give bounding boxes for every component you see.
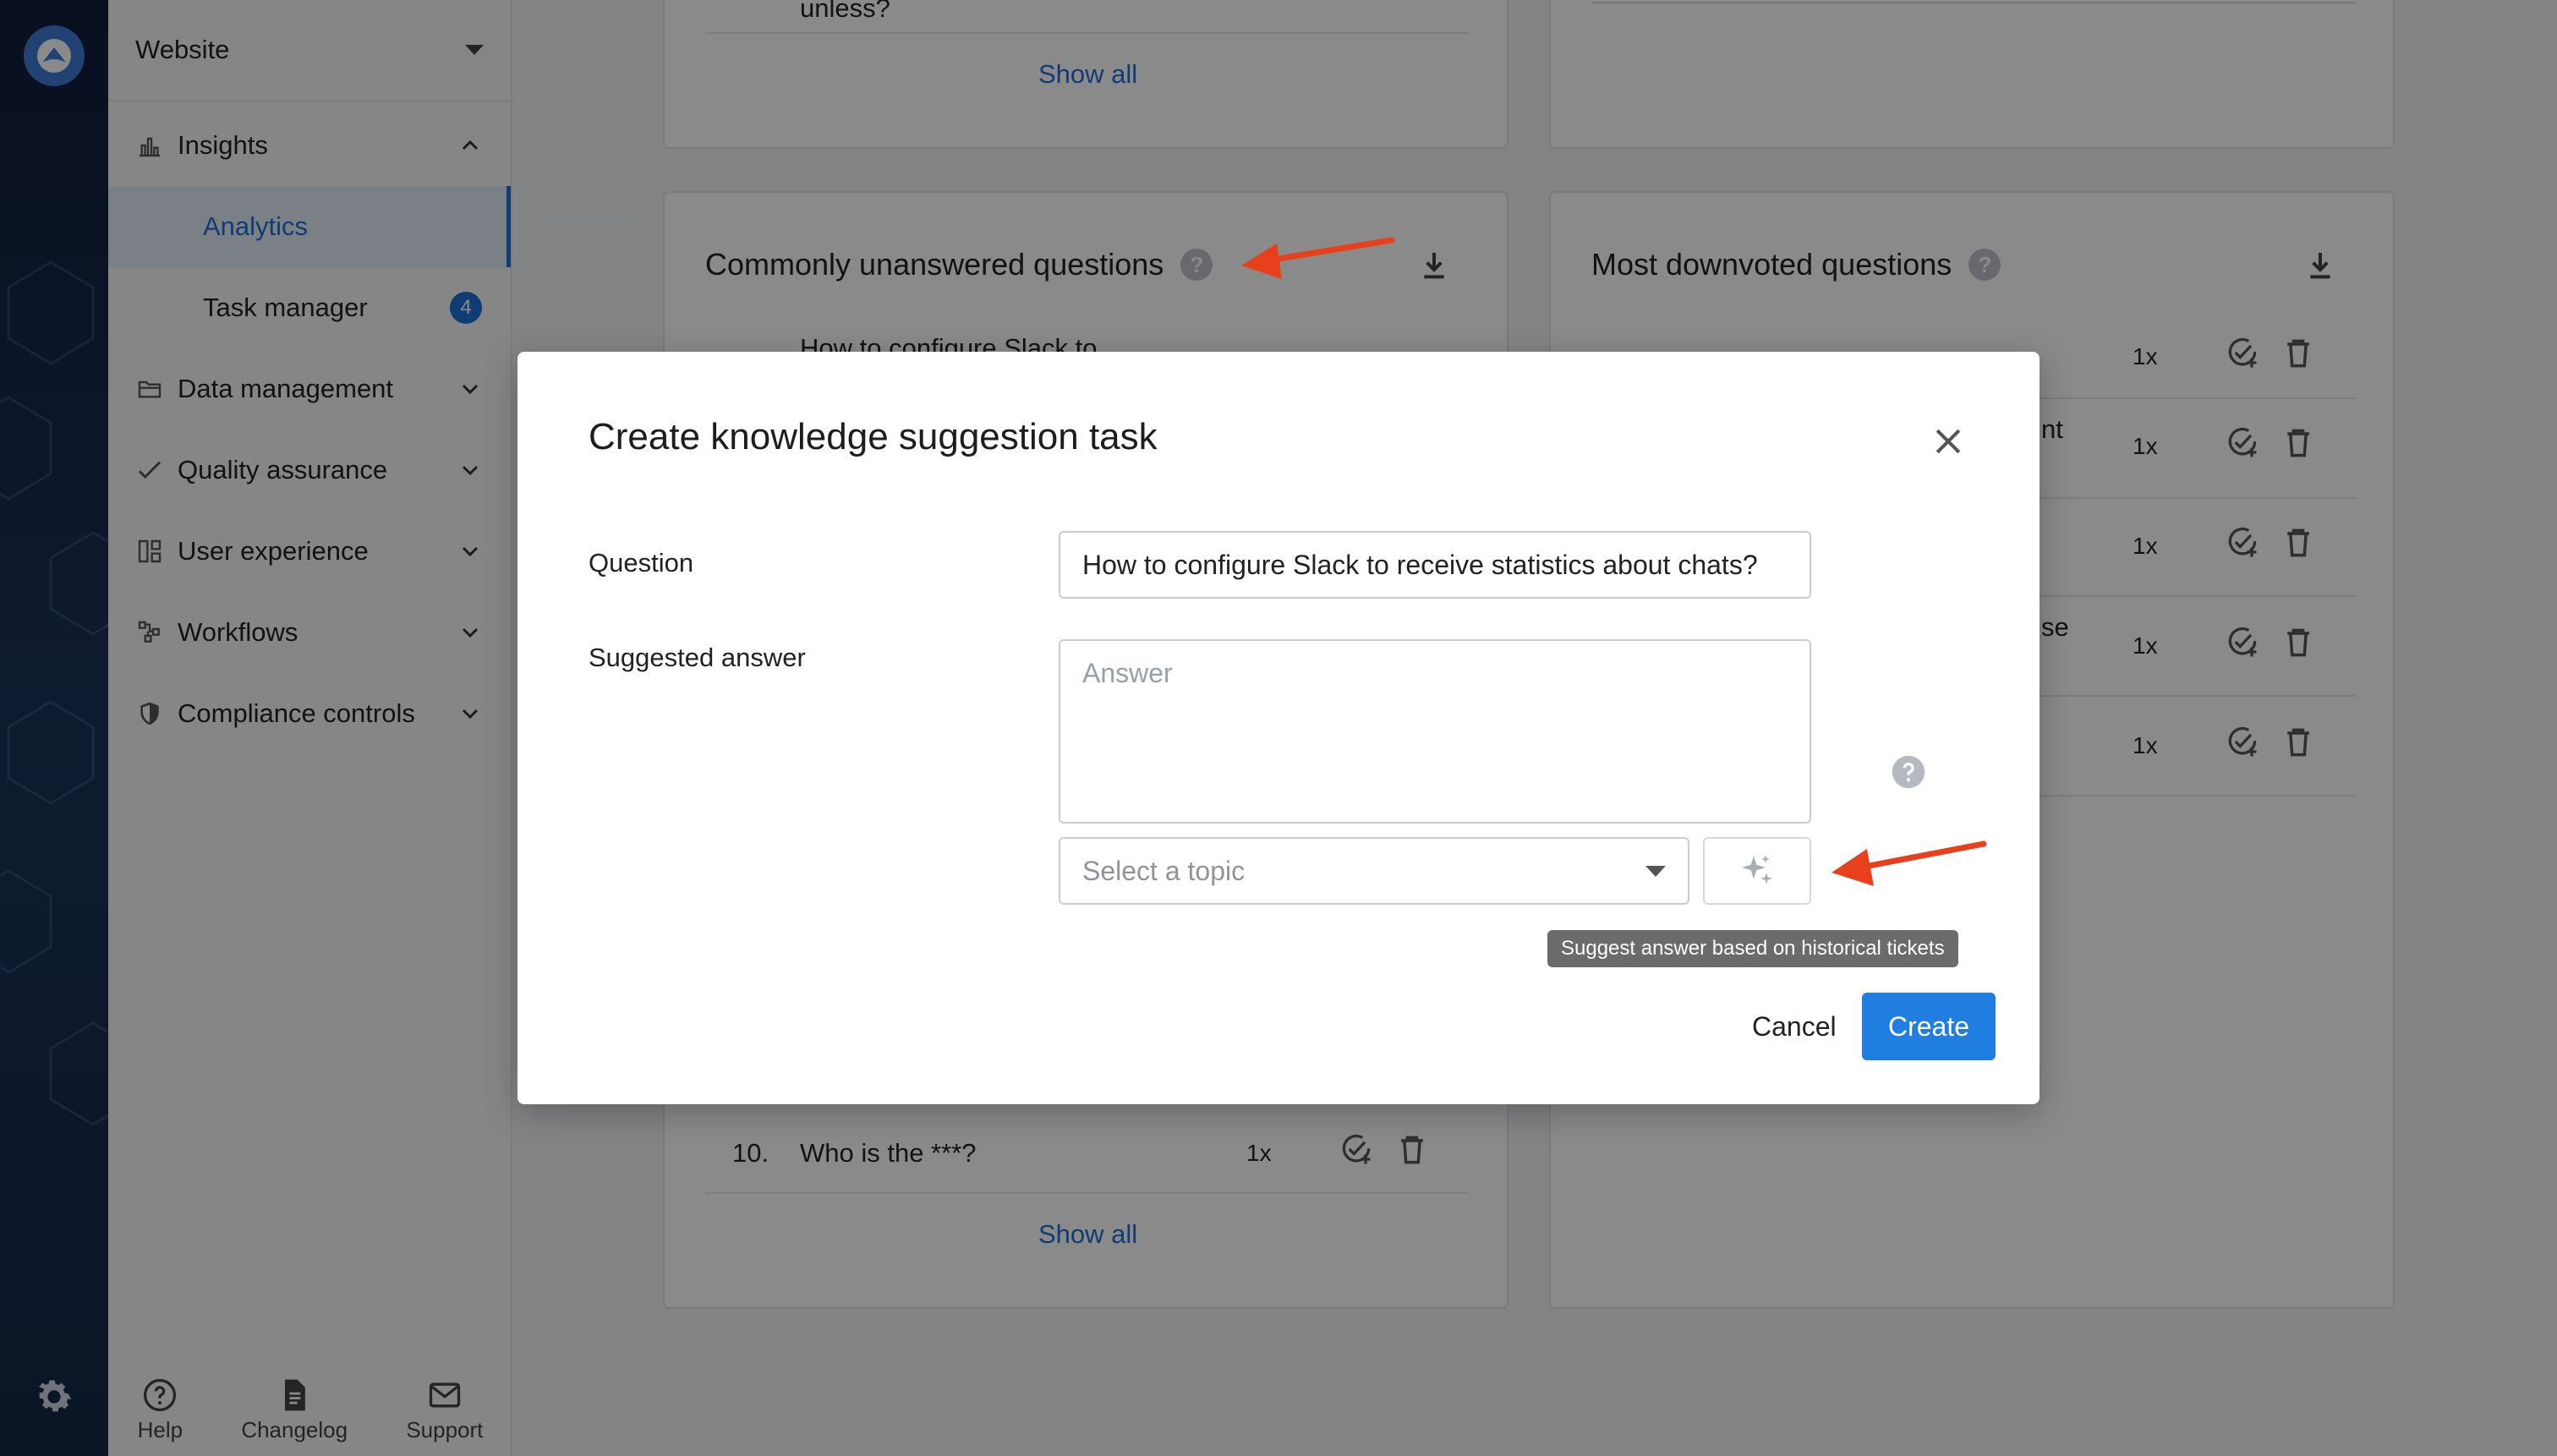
- suggest-answer-tooltip: Suggest answer based on historical ticke…: [1547, 930, 1958, 967]
- dialog-title: Create knowledge suggestion task: [589, 416, 1158, 457]
- annotation-arrow-icon: [1832, 840, 1987, 886]
- caret-down-icon: [1645, 865, 1666, 877]
- answer-textarea[interactable]: [1059, 639, 1811, 824]
- suggested-answer-label: Suggested answer: [589, 643, 806, 672]
- topic-select-placeholder: Select a topic: [1082, 855, 1246, 886]
- question-input[interactable]: [1059, 531, 1811, 599]
- topic-select[interactable]: Select a topic: [1059, 837, 1689, 905]
- cancel-button[interactable]: Cancel: [1742, 993, 1847, 1060]
- create-knowledge-suggestion-dialog: Create knowledge suggestion task Questio…: [517, 352, 2040, 1104]
- close-icon[interactable]: [1930, 423, 1967, 460]
- question-label: Question: [589, 548, 694, 577]
- annotation-arrow-icon: [1241, 237, 1395, 279]
- suggest-answer-button[interactable]: [1703, 837, 1811, 905]
- sparkle-icon: [1742, 855, 1772, 884]
- help-question-icon[interactable]: [1891, 754, 1926, 790]
- create-button[interactable]: Create: [1862, 993, 1996, 1060]
